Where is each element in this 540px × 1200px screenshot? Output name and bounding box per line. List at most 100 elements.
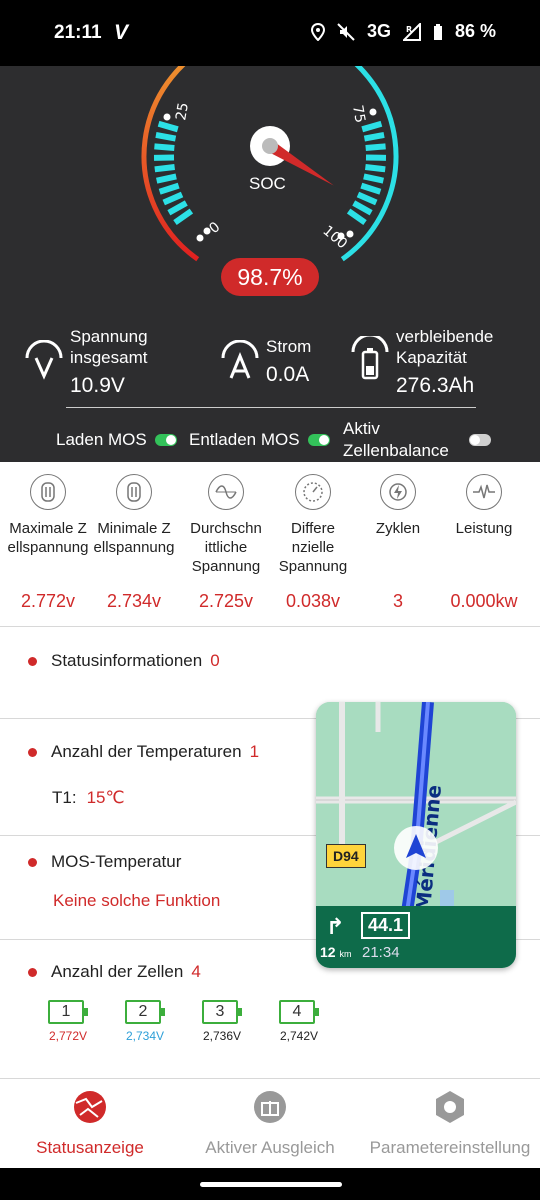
tick-label-0: 0 [206, 219, 223, 237]
signal-icon: R [402, 22, 421, 41]
current-label: Strom [266, 337, 312, 356]
stat-label: Zyklen [375, 520, 421, 537]
t1-reading: T1: 15℃ [52, 788, 125, 807]
cell-battery-icon: 3 [202, 1000, 242, 1024]
tick-label-25: 25 [173, 101, 192, 121]
gauge-tick [154, 143, 175, 152]
gauge-tick [162, 191, 184, 206]
home-gesture-pill[interactable] [200, 1182, 342, 1187]
tick-label-100: 100 [319, 223, 350, 252]
gauge-tick [156, 173, 177, 184]
discharge-mos-switch[interactable] [307, 434, 330, 446]
stat-power: Leistung 0.000kw [441, 474, 527, 612]
status-globe-icon [74, 1091, 106, 1123]
nav-tab-parameters[interactable]: Parametereinstellung [362, 1089, 538, 1158]
gauge-tick [157, 120, 179, 133]
charge-mos-switch[interactable] [154, 434, 177, 446]
cells-title: Anzahl der Zellen 4 [28, 962, 201, 982]
balance-switch[interactable] [469, 434, 491, 446]
metric-capacity: verbleibende Kapazität 276.3Ah [350, 326, 526, 398]
gauge-tick [158, 182, 180, 195]
average-wave-icon [208, 474, 244, 510]
road-number-label: D94 [326, 844, 366, 868]
gauge-tick [167, 200, 188, 216]
network-type: 3G [366, 21, 391, 41]
gauge-tick [361, 120, 383, 133]
stat-max-cell-voltage: Maximale Z ellspannung 2.772v [5, 474, 91, 612]
bullet-dot-icon [28, 967, 37, 977]
temperature-title: Anzahl der Temperaturen 1 [28, 742, 259, 762]
cell-voltage: 2,742V [279, 1029, 319, 1043]
mute-icon [337, 22, 355, 41]
nav-eta: 21:34 [362, 944, 400, 961]
location-icon [310, 22, 325, 41]
capacity-label: verbleibende Kapazität [396, 327, 494, 367]
current-value: 0.0A [266, 363, 310, 386]
nav-tab-active-balance[interactable]: Aktiver Ausgleich [196, 1089, 344, 1158]
bullet-dot-icon [28, 747, 37, 757]
gauge-dot [346, 230, 354, 238]
settings-gear-icon [436, 1091, 464, 1123]
cycle-bolt-icon [380, 474, 416, 510]
gauge-dial-icon [295, 474, 331, 510]
cell-battery-icon: 1 [48, 1000, 88, 1024]
gauge-dot [369, 108, 377, 116]
cell-battery-icon: 4 [279, 1000, 319, 1024]
stat-label: Minimale Z ellspannung [93, 520, 175, 556]
soc-value-badge: 98.7% [221, 258, 319, 296]
status-info-count: 0 [210, 651, 220, 670]
svg-text:R: R [406, 25, 412, 34]
cells-count: 4 [191, 962, 201, 981]
nav-distance: 12 km [320, 944, 352, 960]
discharge-mos-row: Entladen MOS [189, 430, 330, 450]
cell-item: 3 2,736V [202, 1000, 242, 1043]
gauge-tick [356, 191, 378, 206]
bottom-navigation: Statusanzeige Aktiver Ausgleich Paramete… [0, 1078, 540, 1168]
voltage-value: 10.9V [70, 374, 125, 397]
navigation-bar: ↱ 44.1 12 km 21:34 [316, 906, 516, 968]
cell-item: 2 2,734V [125, 1000, 165, 1043]
cell-voltage: 2,734V [125, 1029, 165, 1043]
stats-row: Maximale Z ellspannung 2.772v Minimale Z… [0, 462, 540, 627]
mos-temperature-value: Keine solche Funktion [53, 891, 221, 910]
metrics-divider [66, 407, 476, 408]
navigation-map-overlay[interactable]: Méridienne D94 ↱ 44.1 12 km 21:34 [316, 702, 516, 968]
battery-percent: 86 % [454, 21, 496, 41]
balance-row: Aktiv Zellenbalance [343, 418, 491, 462]
t1-value: 15℃ [86, 788, 125, 807]
metric-current: Strom 0.0A [220, 336, 311, 387]
cell-voltage: 2,736V [202, 1029, 242, 1043]
stat-value: 2.772v [20, 591, 76, 611]
battery-status-icon [433, 23, 442, 40]
stat-label: Differe nzielle Spannung [278, 520, 348, 575]
gauge-tick [173, 208, 194, 225]
stat-cycles: Zyklen 3 [355, 474, 441, 612]
bullet-dot-icon [28, 656, 37, 666]
stat-label: Leistung [455, 520, 513, 537]
dashboard-panel: 25 0 75 100 SOC 98.7% Spannung insgesamt… [0, 66, 540, 462]
discharge-mos-label: Entladen MOS [189, 430, 300, 449]
mos-temperature-title: MOS-Temperatur [28, 852, 181, 872]
cell-item: 4 2,742V [279, 1000, 319, 1043]
stat-value: 0.038v [285, 591, 341, 611]
gauge-dot [163, 113, 171, 121]
status-info-title: Statusinformationen 0 [28, 651, 220, 671]
cell-battery-icon: 2 [125, 1000, 165, 1024]
charge-mos-row: Laden MOS [56, 430, 177, 450]
metric-voltage: Spannung insgesamt 10.9V [24, 326, 166, 398]
nav-tab-status[interactable]: Statusanzeige [30, 1089, 150, 1158]
charge-mos-label: Laden MOS [56, 430, 147, 449]
min-voltage-icon [116, 474, 152, 510]
soc-label: SOC [249, 174, 286, 193]
gesture-bar [0, 1168, 540, 1200]
cell-voltage: 2,772V [48, 1029, 88, 1043]
gauge-tick [154, 164, 175, 173]
gauge-tick [365, 143, 386, 152]
max-voltage-icon [30, 474, 66, 510]
nav-speed: 44.1 [361, 912, 411, 939]
gauge-tick [360, 182, 382, 195]
gauge-tick [155, 132, 177, 142]
stat-label: Maximale Z ellspannung [7, 520, 89, 556]
app-logo-icon: V [114, 21, 129, 44]
cell-item: 1 2,772V [48, 1000, 88, 1043]
